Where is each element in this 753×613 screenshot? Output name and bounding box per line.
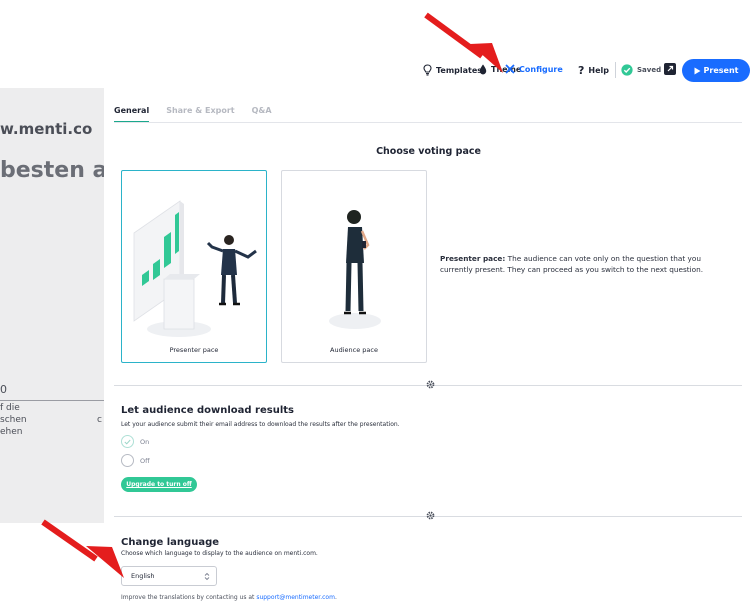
templates-label: Templates [436, 65, 483, 75]
slide-count: 0 [0, 383, 7, 396]
saved-status: Saved [621, 64, 661, 76]
tabs-divider [114, 122, 742, 123]
presenter-pace-card[interactable]: Presenter pace [121, 170, 267, 363]
download-results-description: Let your audience submit their email add… [121, 421, 400, 428]
configure-panel: General Share & Export Q&A Choose voting… [104, 88, 753, 613]
gear-icon [426, 511, 435, 520]
check-circle-icon [621, 64, 633, 76]
popout-icon[interactable] [664, 63, 676, 75]
drop-icon [479, 64, 487, 75]
download-results-title: Let audience download results [121, 405, 294, 416]
pace-description: Presenter pace: The audience can vote on… [440, 253, 730, 275]
config-tabs: General Share & Export Q&A [114, 106, 272, 123]
language-select[interactable]: English [121, 566, 217, 586]
slide-label-1: f die [0, 403, 20, 413]
support-email-link[interactable]: support@mentimeter.com [256, 594, 335, 601]
lightbulb-icon [423, 64, 432, 76]
language-select-value: English [131, 572, 155, 580]
configure-label: Configure [519, 64, 563, 74]
tab-qa[interactable]: Q&A [252, 106, 272, 123]
upgrade-button[interactable]: Upgrade to turn off [121, 477, 197, 492]
slide-editor-strip [0, 523, 104, 613]
slide-label-3: ehen [0, 427, 23, 437]
improve-suffix: . [334, 594, 337, 601]
help-label: Help [588, 66, 609, 75]
tab-general[interactable]: General [114, 106, 150, 123]
configure-button[interactable]: Configure [505, 64, 563, 74]
play-icon [694, 67, 701, 74]
improve-translations-text: Improve the translations by contacting u… [121, 594, 337, 601]
presenter-illustration [133, 200, 257, 337]
slide-editor-background [0, 88, 104, 523]
toolbar-divider [615, 62, 616, 78]
present-button[interactable]: Present [682, 59, 750, 82]
question-icon: ? [578, 64, 585, 77]
check-icon [121, 435, 134, 448]
cross-icon [505, 64, 515, 74]
slide-label-letter: c [97, 415, 102, 425]
change-language-title: Change language [121, 537, 220, 548]
download-off-radio[interactable]: Off [121, 454, 150, 467]
audience-pace-card[interactable]: Audience pace [281, 170, 427, 363]
improve-prefix: Improve the translations by contacting u… [121, 594, 257, 601]
present-label: Present [703, 66, 739, 75]
chevron-updown-icon [204, 572, 210, 580]
pace-description-bold: Presenter pace: [440, 254, 506, 263]
download-off-label: Off [140, 456, 150, 465]
change-language-description: Choose which language to display to the … [121, 550, 318, 557]
templates-button[interactable]: Templates [423, 64, 482, 76]
top-toolbar: Templates Theme Configure ? Help Saved P… [0, 0, 753, 88]
download-on-radio[interactable]: On [121, 435, 149, 448]
gear-icon [426, 380, 435, 389]
slide-label-2: schen [0, 415, 27, 425]
audience-pace-label: Audience pace [330, 346, 378, 354]
slide-heading-fragment: besten ar [0, 158, 119, 183]
audience-illustration [329, 210, 381, 329]
saved-label: Saved [637, 66, 662, 74]
slide-url-fragment: w.menti.co [0, 120, 93, 138]
slide-axis-line [0, 400, 104, 401]
download-on-label: On [140, 437, 150, 446]
presenter-pace-label: Presenter pace [169, 346, 219, 354]
help-button[interactable]: ? Help [578, 64, 609, 77]
tab-share-export[interactable]: Share & Export [166, 106, 234, 123]
radio-empty-icon [121, 454, 134, 467]
voting-pace-title: Choose voting pace [376, 146, 481, 157]
